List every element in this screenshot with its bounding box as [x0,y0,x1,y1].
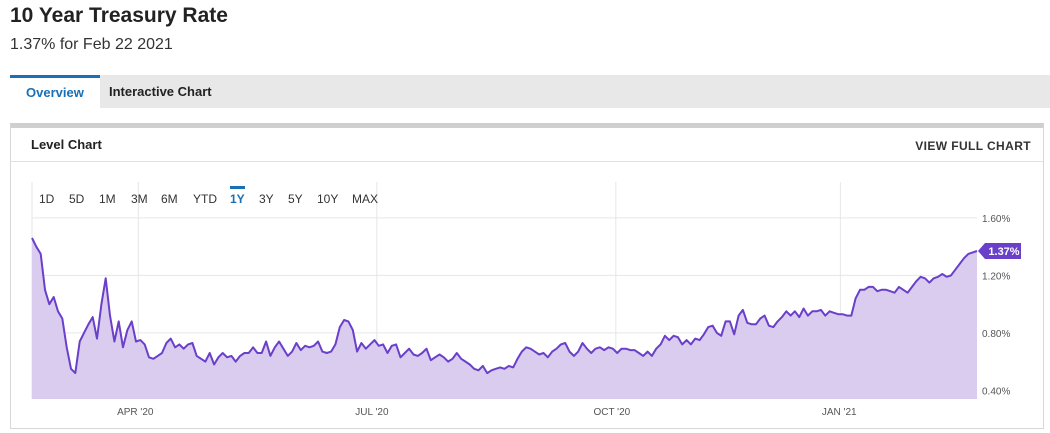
x-tick-label: APR '20 [117,407,154,418]
x-tick-label: JUL '20 [355,407,389,418]
x-tick-label: JAN '21 [822,407,857,418]
x-tick-label: OCT '20 [593,407,630,418]
y-tick-label: 1.20% [982,271,1010,282]
tab-overview[interactable]: Overview [10,75,100,108]
range-6m-button[interactable]: 6M [161,192,178,206]
level-chart-panel: Level Chart VIEW FULL CHART 0.40% 0.80% 1.… [10,123,1044,429]
tab-interactive-chart[interactable]: Interactive Chart [93,75,228,108]
rate-area-fill [32,238,977,399]
y-tick-label: 1.60% [982,214,1010,225]
level-chart: 0.40% 0.80% 1.20% 1.60% APR '20 JUL '20 OCT '2… [31,182,1021,418]
current-rate-subtitle: 1.37% for Feb 22 2021 [10,36,173,53]
range-1m-button[interactable]: 1M [99,192,116,206]
range-3y-button[interactable]: 3Y [259,192,274,206]
y-tick-label: 0.80% [982,329,1010,340]
range-max-button[interactable]: MAX [352,192,378,206]
range-10y-button[interactable]: 10Y [317,192,338,206]
range-1d-button[interactable]: 1D [39,192,54,206]
tab-bar: Overview Interactive Chart [10,75,1050,108]
range-ytd-button[interactable]: YTD [193,192,217,206]
range-5d-button[interactable]: 5D [69,192,84,206]
range-5y-button[interactable]: 5Y [288,192,303,206]
last-value-label: 1.37% [988,246,1019,258]
range-1y-button[interactable]: 1Y [230,186,245,206]
page-title: 10 Year Treasury Rate [10,4,228,27]
y-tick-label: 0.40% [982,386,1010,397]
range-3m-button[interactable]: 3M [131,192,148,206]
